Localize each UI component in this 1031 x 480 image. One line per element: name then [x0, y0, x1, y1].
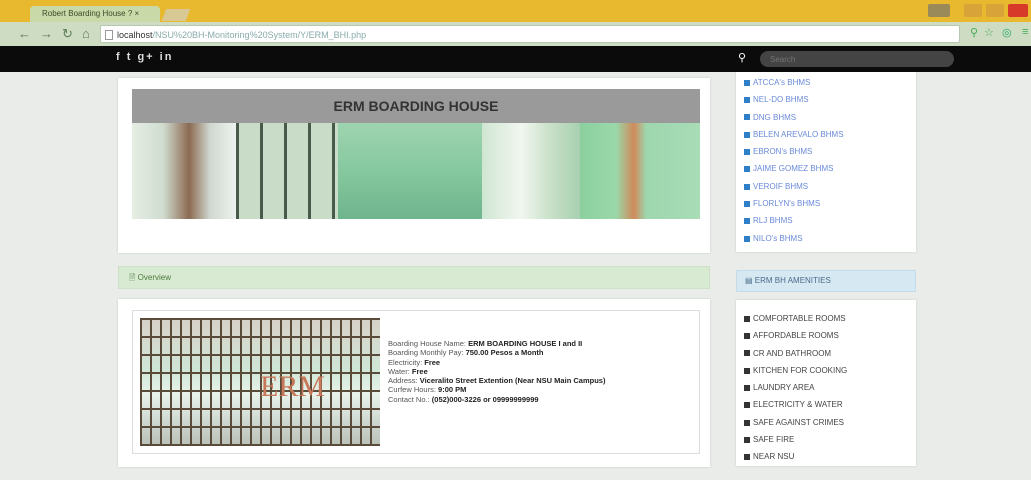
reload-icon[interactable]: ↻ — [62, 26, 73, 42]
info-name: Boarding House Name: ERM BOARDING HOUSE … — [388, 339, 583, 348]
browser-chrome: Robert Boarding House ? × ← → ↻ ⌂ localh… — [0, 0, 1031, 48]
amenity-item: NEAR NSU — [744, 448, 847, 465]
overview-bar[interactable]: 🗎 Overview — [118, 266, 710, 289]
square-icon — [744, 350, 750, 357]
banner-photos — [132, 123, 700, 219]
sidebar-link-nel-do[interactable]: NEL-DO BHMS — [744, 91, 844, 108]
search-icon[interactable]: ⚲ — [738, 51, 746, 64]
square-icon — [744, 131, 750, 138]
info-contact: Contact No.: (052)000-3226 or 0999999999… — [388, 394, 539, 404]
sidebar-link-belen-arevalo[interactable]: BELEN AREVALO BHMS — [744, 126, 844, 143]
info-water: Water: Free — [388, 366, 428, 376]
square-icon — [744, 200, 750, 207]
tab-title: Robert Boarding House ? × — [42, 9, 140, 18]
square-icon — [744, 436, 750, 443]
star-icon[interactable]: ☆ — [984, 26, 994, 39]
banner-photo-room — [482, 123, 580, 219]
boarding-house-links: ATCCA's BHMS NEL-DO BHMS DNG BHMS BELEN … — [744, 74, 844, 247]
sidebar-link-atcca[interactable]: ATCCA's BHMS — [744, 74, 844, 91]
square-icon — [744, 385, 750, 392]
square-icon — [744, 97, 750, 104]
site-navbar: f t g+ in ⚲ — [0, 46, 1031, 72]
page-title: ERM BOARDING HOUSE — [132, 89, 700, 123]
banner-photo-door — [132, 123, 236, 219]
settings-icon[interactable]: ◎ — [1002, 26, 1012, 39]
info-pay: Boarding Monthly Pay: 750.00 Pesos a Mon… — [388, 348, 544, 358]
square-icon — [744, 218, 750, 225]
browser-tab[interactable]: Robert Boarding House ? × — [30, 6, 160, 22]
overview-label: Overview — [137, 273, 172, 282]
amenity-item: AFFORDABLE ROOMS — [744, 327, 847, 344]
address-path: /NSU%20BH-Monitoring%20System/Y/ERM_BHI.… — [152, 30, 367, 40]
banner-photo-window — [236, 123, 338, 219]
square-icon — [744, 454, 750, 461]
square-icon — [744, 235, 750, 242]
social-icons[interactable]: f t g+ in — [116, 51, 173, 63]
sidebar-link-dng[interactable]: DNG BHMS — [744, 109, 844, 126]
erm-building-photo: ERM — [140, 318, 380, 446]
sidebar-link-nilo[interactable]: NILO's BHMS — [744, 230, 844, 247]
amenity-item: LAUNDRY AREA — [744, 379, 847, 396]
address-bar[interactable]: localhost/NSU%20BH-Monitoring%20System/Y… — [100, 25, 960, 43]
square-icon — [744, 367, 750, 374]
square-icon — [744, 315, 750, 322]
square-icon — [744, 149, 750, 156]
sidebar-link-rlj[interactable]: RLJ BHMS — [744, 212, 844, 229]
amenity-item: SAFE FIRE — [744, 431, 847, 448]
amenity-item: SAFE AGAINST CRIMES — [744, 414, 847, 431]
sidebar-link-ebron[interactable]: EBRON's BHMS — [744, 143, 844, 160]
amenities-list: COMFORTABLE ROOMS AFFORDABLE ROOMS CR AN… — [744, 310, 847, 466]
sidebar-link-florlyn[interactable]: FLORLYN's BHMS — [744, 195, 844, 212]
banner-photo-doors — [580, 123, 700, 219]
sidebar-link-veroif[interactable]: VEROIF BHMS — [744, 178, 844, 195]
square-icon — [744, 79, 750, 86]
boarding-house-info: Boarding House Name: ERM BOARDING HOUSE … — [388, 339, 605, 404]
info-address: Address: Viceralito Street Extention (Ne… — [388, 376, 606, 386]
amenities-header-label: ERM BH AMENITIES — [754, 276, 831, 285]
document-icon: 🗎 — [129, 273, 136, 282]
page-icon — [105, 30, 113, 40]
document-icon: ▤ — [745, 276, 753, 285]
amenities-header: ▤ ERM BH AMENITIES — [736, 270, 916, 292]
square-icon — [744, 419, 750, 426]
square-icon — [744, 402, 750, 409]
info-curfew: Curfew Hours: 9:00 PM — [388, 385, 467, 395]
banner-photo-kitchen — [338, 123, 482, 219]
sidebar-link-jaime-gomez[interactable]: JAIME GOMEZ BHMS — [744, 160, 844, 177]
extension-button[interactable] — [928, 4, 950, 17]
amenity-item: CR AND BATHROOM — [744, 345, 847, 362]
zoom-icon[interactable]: ⚲ — [970, 26, 978, 39]
new-tab-button[interactable] — [161, 9, 191, 21]
amenity-item: ELECTRICITY & WATER — [744, 396, 847, 413]
square-icon — [744, 333, 750, 340]
maximize-button[interactable] — [986, 4, 1004, 17]
square-icon — [744, 183, 750, 190]
minimize-button[interactable] — [964, 4, 982, 17]
info-electricity: Electricity: Free — [388, 357, 441, 367]
forward-icon[interactable]: → — [40, 26, 53, 41]
menu-icon[interactable]: ≡ — [1022, 26, 1028, 38]
search-input[interactable] — [760, 51, 954, 67]
amenity-item: COMFORTABLE ROOMS — [744, 310, 847, 327]
browser-toolbar: ← → ↻ ⌂ localhost/NSU%20BH-Monitoring%20… — [0, 22, 1031, 46]
amenity-item: KITCHEN FOR COOKING — [744, 362, 847, 379]
square-icon — [744, 166, 750, 173]
back-icon[interactable]: ← — [18, 26, 31, 41]
tab-strip: Robert Boarding House ? × — [0, 0, 1031, 22]
address-host: localhost — [117, 30, 153, 40]
home-icon[interactable]: ⌂ — [82, 26, 90, 41]
close-button[interactable] — [1008, 4, 1028, 17]
square-icon — [744, 114, 750, 121]
photo-sign-text: ERM — [260, 370, 326, 403]
